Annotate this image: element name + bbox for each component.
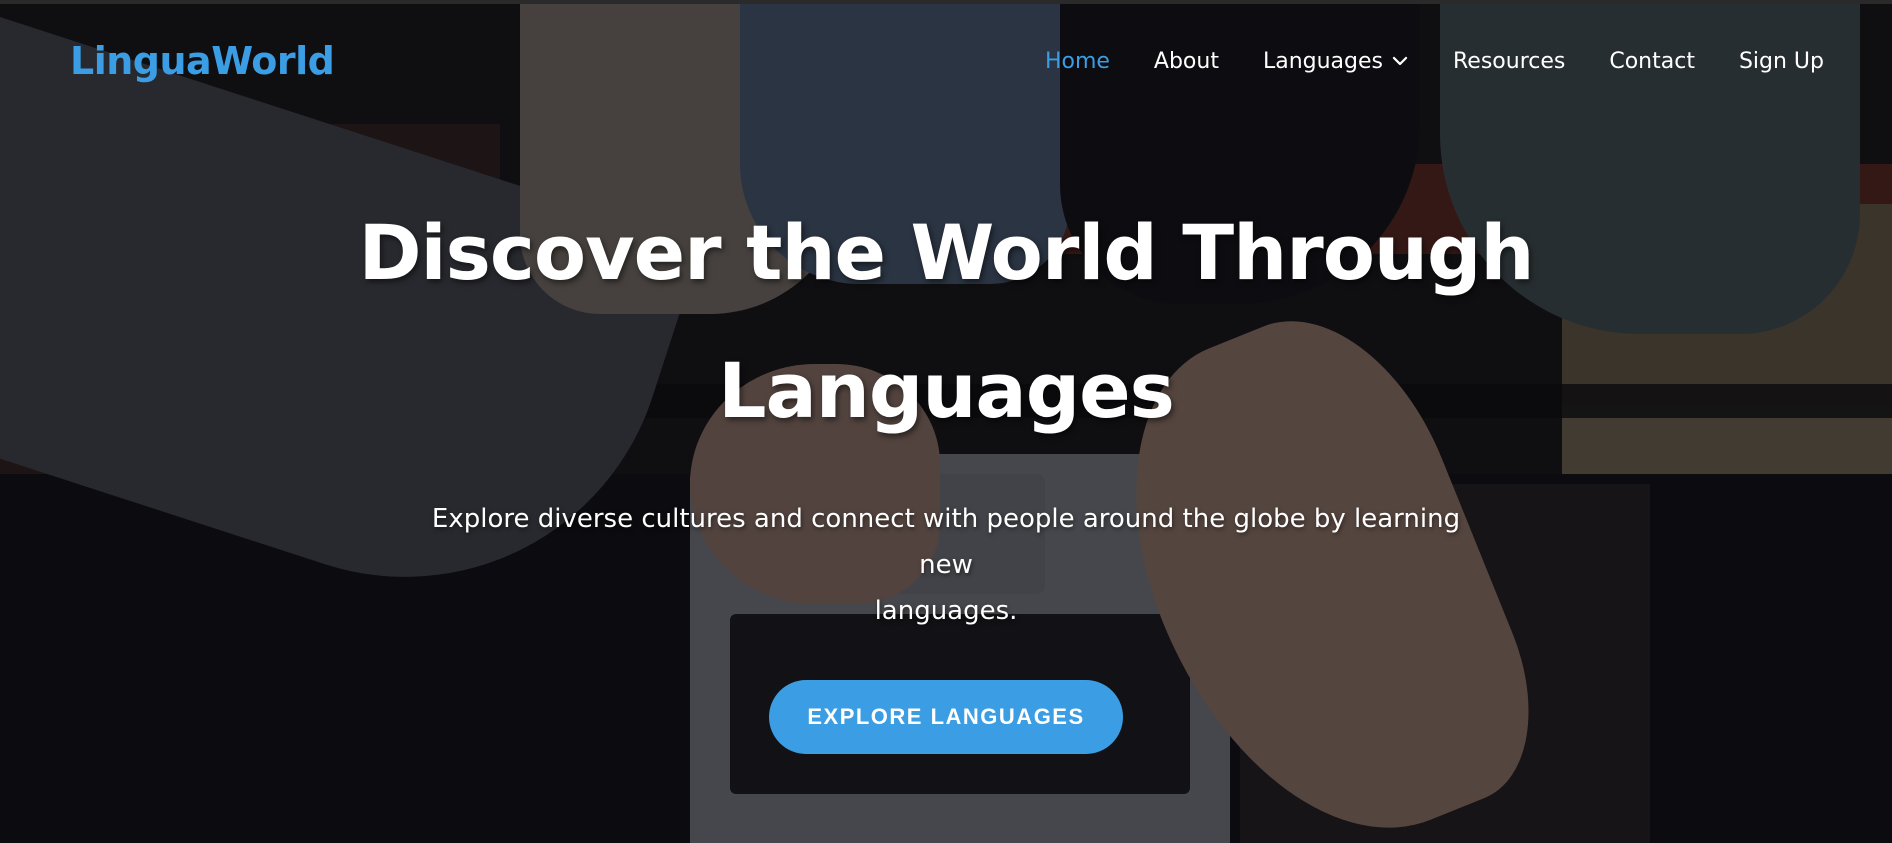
hero-headline-line2: Languages (718, 346, 1175, 435)
nav-item-label: About (1153, 48, 1219, 74)
nav-item-home[interactable]: Home (1045, 49, 1110, 74)
nav-item-sign-up[interactable]: Sign Up (1739, 49, 1824, 74)
navbar: LinguaWorld Home About Languages Resourc… (0, 4, 1892, 128)
nav-item-about[interactable]: About (1154, 49, 1219, 74)
nav-item-label: Home (1044, 48, 1110, 74)
hero-subtitle-line1: Explore diverse cultures and connect wit… (431, 504, 1461, 580)
hero-headline-line1: Discover the World Through (358, 208, 1534, 297)
hero-content: Discover the World Through Languages Exp… (0, 184, 1892, 754)
hero-subtitle: Explore diverse cultures and connect wit… (401, 496, 1491, 634)
site-logo[interactable]: LinguaWorld (70, 39, 335, 83)
nav-item-label: Sign Up (1738, 48, 1824, 74)
hero-section: LinguaWorld Home About Languages Resourc… (0, 0, 1892, 843)
nav-item-resources[interactable]: Resources (1453, 49, 1565, 74)
chevron-down-icon (1392, 56, 1408, 66)
nav-item-label: Resources (1453, 48, 1566, 74)
hero-headline: Discover the World Through Languages (346, 184, 1546, 460)
nav-menu: Home About Languages Resources Contact S… (1045, 49, 1824, 74)
hero-subtitle-line2: languages. (874, 596, 1018, 626)
nav-item-languages[interactable]: Languages (1263, 49, 1409, 74)
nav-item-label: Languages (1262, 48, 1383, 74)
nav-item-contact[interactable]: Contact (1609, 49, 1695, 74)
explore-languages-button[interactable]: EXPLORE LANGUAGES (769, 680, 1123, 754)
nav-item-label: Contact (1609, 48, 1695, 74)
